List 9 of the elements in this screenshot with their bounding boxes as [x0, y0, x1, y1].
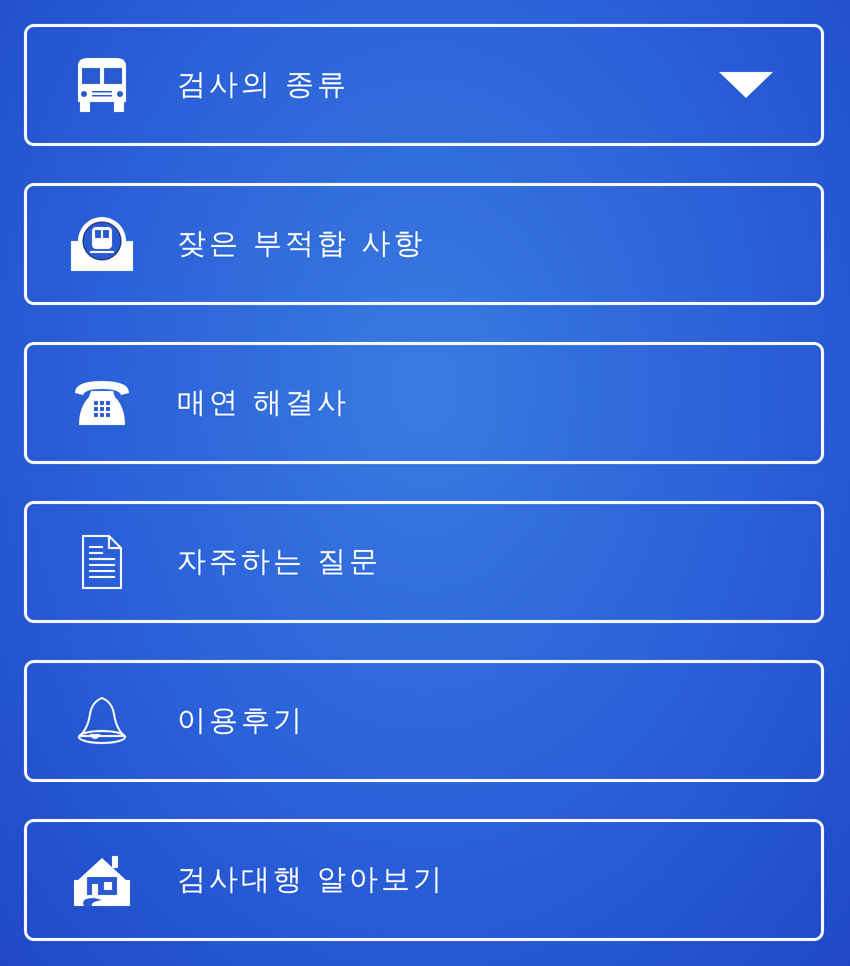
train-badge-icon	[69, 215, 135, 273]
menu-item[interactable]: 검사대행 알아보기	[24, 819, 824, 941]
menu-item[interactable]: 검사의 종류	[24, 24, 824, 146]
menu-item[interactable]: 매연 해결사	[24, 342, 824, 464]
menu-item[interactable]: 이용후기	[24, 660, 824, 782]
bell-icon	[76, 696, 128, 746]
menu-item[interactable]: 잦은 부적합 사항	[24, 183, 824, 305]
menu-item[interactable]: 자주하는 질문	[24, 501, 824, 623]
document-icon	[81, 534, 123, 590]
